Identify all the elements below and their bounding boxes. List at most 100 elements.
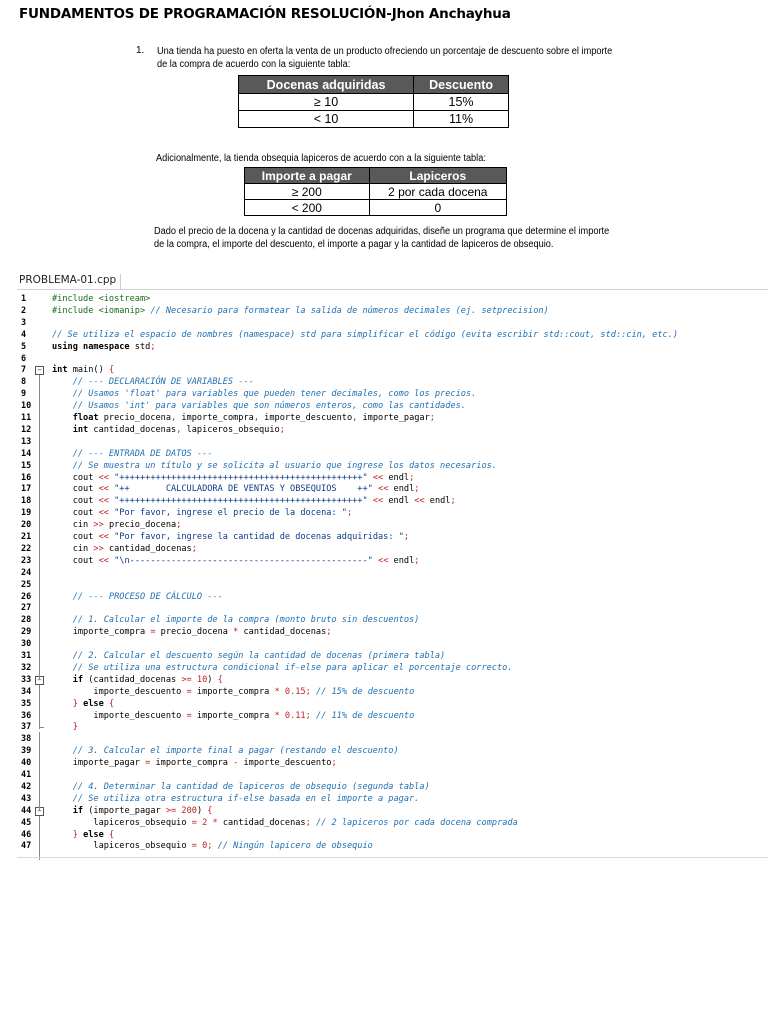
line-number: 14 [21,449,32,459]
code-line[interactable]: // Se utiliza una estructura condicional… [52,662,513,674]
code-token: } [72,722,78,732]
code-line[interactable]: int main() { [52,364,114,376]
line-number: 5 [21,342,27,352]
editor-bottom-border [17,857,768,858]
line-number: 45 [21,818,32,828]
code-line[interactable]: lapiceros_obsequio = 0; // Ningún lapice… [52,840,372,852]
code-line[interactable]: #include <iomanip> // Necesario para for… [52,305,549,317]
code-token: << [98,484,109,494]
code-token: cin [52,520,94,530]
code-token: // Usamos 'float' para variables que pue… [72,389,477,399]
line-number: 32 [21,663,32,673]
pens-table: Importe a pagar Lapiceros ≥ 200 2 por ca… [244,167,508,216]
code-line[interactable]: if (cantidad_docenas >= 10) { [52,674,223,686]
code-token: importe_descuento [52,711,187,721]
code-line[interactable]: // 3. Calcular el importe final a pagar … [52,745,399,757]
code-line[interactable]: // --- ENTRADA DE DATOS --- [52,448,213,460]
code-line[interactable]: cout << "\n-----------------------------… [52,555,420,567]
code-line[interactable]: // Usamos 'float' para variables que pue… [52,388,477,400]
code-line[interactable]: cout << "+++++++++++++++++++++++++++++++… [52,495,456,507]
code-token: // 15% de descuento [315,687,415,697]
code-token: { [108,699,115,709]
code-line[interactable]: cout << "Por favor, ingrese el precio de… [52,507,352,519]
code-line[interactable]: #include <iostream> [52,293,150,305]
code-line[interactable]: // --- PROCESO DE CÁLCULO --- [52,591,223,603]
line-number: 30 [21,639,32,649]
editor-tab-bar: PROBLEMA-01.cpp [17,272,768,290]
code-token: << [98,473,109,483]
code-token: int [52,365,68,375]
table-header: Descuento [413,75,509,94]
code-line[interactable]: // 2. Calcular el descuento según la can… [52,650,446,662]
fold-toggle-icon[interactable]: − [35,366,44,375]
code-token: // Necesario para formatear la salida de… [150,306,549,316]
line-number: 47 [21,841,32,851]
code-token: ; [331,758,337,768]
additional-text: Adicionalmente, la tienda obsequia lapic… [156,153,486,164]
line-number: 8 [21,377,27,387]
code-line[interactable]: int cantidad_docenas, lapiceros_obsequio… [52,424,285,436]
code-token: << [372,496,384,506]
file-tab[interactable]: PROBLEMA-01.cpp [19,274,122,289]
code-line[interactable]: // 4. Determinar la cantidad de lapicero… [52,781,430,793]
code-line[interactable]: cin >> precio_docena; [52,519,182,531]
code-line[interactable]: // --- DECLARACIÓN DE VARIABLES --- [52,376,254,388]
code-token: >> [93,544,104,554]
code-token: precio_docena [155,627,234,637]
code-token: lapiceros_obsequio [52,818,192,828]
code-line[interactable]: importe_compra = precio_docena * cantida… [52,626,332,638]
code-token: 200 [181,806,197,816]
code-token: int [72,425,89,435]
line-number: 39 [21,746,32,756]
fold-guide [39,685,40,729]
code-token: else [83,699,104,709]
code-line[interactable]: } [52,721,78,733]
code-token: << [98,496,109,506]
code-area[interactable]: 1 #include <iostream> 2 #include <iomanip> … [17,293,768,860]
code-line[interactable]: } else { [52,698,114,710]
code-line[interactable]: // Usamos 'int' para variables que son n… [52,400,466,412]
line-number: 3 [21,318,27,328]
code-token: ; [150,342,156,352]
code-line[interactable]: // Se utiliza el espacio de nombres (nam… [52,329,678,341]
code-token: ; [414,556,420,566]
code-line[interactable]: importe_descuento = importe_compra * 0.1… [52,710,414,722]
code-token: ; [403,532,410,542]
code-token: importe_descuento [52,687,187,697]
code-token: >= [181,675,192,685]
line-number: 27 [21,603,32,613]
code-token: << [98,532,109,542]
code-line[interactable]: lapiceros_obsequio = 2 * cantidad_docena… [52,817,517,829]
code-token: { [108,830,115,840]
line-number: 41 [21,770,32,780]
code-token: if [72,675,84,685]
code-line[interactable]: importe_pagar = importe_compra - importe… [52,757,337,769]
code-line[interactable]: using namespace std; [52,341,156,353]
table-header: Docenas adquiridas [237,75,415,94]
code-token: << [378,556,389,566]
code-line[interactable]: importe_descuento = importe_compra * 0.1… [52,686,414,698]
code-line[interactable]: // Se muestra un título y se solicita al… [52,460,497,472]
code-line[interactable]: float precio_docena, importe_compra, imp… [52,412,435,424]
code-token: "Por favor, ingrese el precio de la doce… [114,508,347,518]
code-token: // --- DECLARACIÓN DE VARIABLES --- [72,377,254,387]
code-line[interactable]: if (importe_pagar >= 200) { [52,805,213,817]
table-cell: < 200 [244,199,370,216]
code-token: if [72,806,84,816]
code-token: "Por favor, ingrese la cantidad de docen… [114,532,404,542]
code-line[interactable]: cin >> cantidad_docenas; [52,543,197,555]
line-number: 15 [21,461,32,471]
code-token: << [98,556,109,566]
code-line[interactable]: cout << "Por favor, ingrese la cantidad … [52,531,409,543]
code-line[interactable]: // 1. Calcular el importe de la compra (… [52,614,420,626]
code-line[interactable]: cout << "++ CALCULADORA DE VENTAS Y OBSE… [52,483,420,495]
code-line[interactable]: // Se utiliza otra estructura if-else ba… [52,793,420,805]
